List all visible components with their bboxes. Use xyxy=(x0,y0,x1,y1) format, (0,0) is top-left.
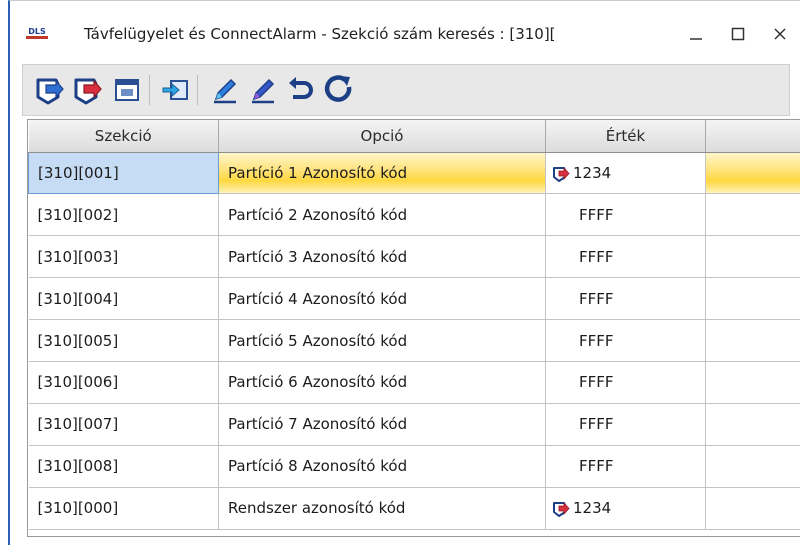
option-cell[interactable]: Partíció 4 Azonosító kód xyxy=(218,277,546,321)
option-cell[interactable]: Rendszer azonosító kód xyxy=(218,487,546,530)
download-icon xyxy=(36,78,64,105)
refresh-button[interactable] xyxy=(321,72,357,108)
section-cell[interactable]: [310][008] xyxy=(28,445,219,488)
table-row[interactable]: [310][000] Rendszer azonosító kód 1234 xyxy=(28,487,800,530)
value-cell[interactable]: FFFF xyxy=(545,193,706,237)
section-cell[interactable]: [310][004] xyxy=(28,277,219,321)
column-header-extra[interactable] xyxy=(705,120,800,153)
toolbar xyxy=(22,64,790,116)
value-cell[interactable]: FFFF xyxy=(545,445,706,488)
table-row[interactable]: [310][002] Partíció 2 Azonosító kód FFFF xyxy=(28,193,800,237)
extra-cell[interactable] xyxy=(705,152,800,195)
value-cell[interactable]: FFFF xyxy=(545,361,706,404)
maximize-button[interactable] xyxy=(720,19,756,49)
column-header-value[interactable]: Érték xyxy=(545,120,706,153)
option-cell[interactable]: Partíció 2 Azonosító kód xyxy=(218,193,546,237)
option-cell[interactable]: Partíció 8 Azonosító kód xyxy=(218,445,546,488)
toolbar-separator xyxy=(197,75,198,105)
import-icon xyxy=(162,80,188,100)
value-text: FFFF xyxy=(579,331,614,350)
minimize-button[interactable] xyxy=(678,19,714,49)
logo-text: DLS xyxy=(28,27,46,36)
extra-cell[interactable] xyxy=(705,445,800,488)
table-row[interactable]: [310][006] Partíció 6 Azonosító kód FFFF xyxy=(28,361,800,404)
download-icon xyxy=(553,501,570,517)
extra-cell[interactable] xyxy=(705,361,800,404)
option-cell[interactable]: Partíció 7 Azonosító kód xyxy=(218,403,546,446)
section-cell[interactable]: [310][006] xyxy=(28,361,219,404)
close-icon xyxy=(774,28,786,40)
panel-icon xyxy=(115,79,139,101)
section-table: Szekció Opció Érték [310][001] Partíció 1… xyxy=(28,120,800,530)
section-cell[interactable]: [310][005] xyxy=(28,319,219,362)
maximize-icon xyxy=(731,27,745,41)
option-cell[interactable]: Partíció 6 Azonosító kód xyxy=(218,361,546,404)
table-row[interactable]: [310][005] Partíció 5 Azonosító kód FFFF xyxy=(28,319,800,362)
table-row[interactable]: [310][004] Partíció 4 Azonosító kód FFFF xyxy=(28,277,800,321)
extra-cell[interactable] xyxy=(705,235,800,279)
option-cell[interactable]: Partíció 3 Azonosító kód xyxy=(218,235,546,279)
value-cell[interactable]: FFFF xyxy=(545,403,706,446)
edit-button[interactable] xyxy=(207,72,243,108)
download-button[interactable] xyxy=(31,72,67,108)
section-cell[interactable]: [310][000] xyxy=(28,487,219,530)
title-bar[interactable]: DLS Távfelügyelet és ConnectAlarm - Szek… xyxy=(10,1,800,59)
value-cell[interactable]: 1234 xyxy=(545,487,706,530)
table-row[interactable]: [310][003] Partíció 3 Azonosító kód FFFF xyxy=(28,235,800,279)
edit-alt-icon xyxy=(252,78,275,104)
column-header-section[interactable]: Szekció xyxy=(28,120,219,153)
value-text: FFFF xyxy=(579,205,614,224)
column-header-option[interactable]: Opció xyxy=(218,120,546,153)
table-row[interactable]: [310][007] Partíció 7 Azonosító kód FFFF xyxy=(28,403,800,446)
edit-alt-button[interactable] xyxy=(245,72,281,108)
import-button[interactable] xyxy=(157,72,193,108)
table-row[interactable]: [310][001] Partíció 1 Azonosító kód 1234 xyxy=(28,151,800,195)
value-cell[interactable]: FFFF xyxy=(545,235,706,279)
value-text: FFFF xyxy=(579,289,614,308)
undo-icon xyxy=(289,77,313,99)
section-cell[interactable]: [310][007] xyxy=(28,403,219,446)
section-grid: Szekció Opció Érték [310][001] Partíció 1… xyxy=(27,119,800,537)
option-cell[interactable]: Partíció 5 Azonosító kód xyxy=(218,319,546,362)
table-row[interactable]: [310][008] Partíció 8 Azonosító kód FFFF xyxy=(28,445,800,488)
extra-cell[interactable] xyxy=(705,277,800,321)
extra-cell[interactable] xyxy=(705,193,800,237)
value-cell[interactable]: 1234 xyxy=(545,152,706,195)
value-text: 1234 xyxy=(573,499,612,518)
edit-icon xyxy=(214,78,237,104)
value-cell[interactable]: FFFF xyxy=(545,319,706,362)
value-text: FFFF xyxy=(579,247,614,266)
extra-cell[interactable] xyxy=(705,403,800,446)
upload-icon xyxy=(74,78,102,105)
dls-logo-icon: DLS xyxy=(24,24,50,42)
extra-cell[interactable] xyxy=(705,319,800,362)
minimize-icon xyxy=(690,38,702,40)
value-text: FFFF xyxy=(579,457,614,476)
dialog-window: DLS Távfelügyelet és ConnectAlarm - Szek… xyxy=(8,0,800,545)
download-icon xyxy=(553,166,570,182)
value-text: FFFF xyxy=(579,415,614,434)
section-cell[interactable]: [310][003] xyxy=(28,235,219,279)
value-text: 1234 xyxy=(573,163,612,182)
extra-cell[interactable] xyxy=(705,487,800,530)
toolbar-separator xyxy=(149,75,150,105)
window-title: Távfelügyelet és ConnectAlarm - Szekció … xyxy=(84,25,556,43)
section-cell[interactable]: [310][002] xyxy=(28,193,219,237)
option-cell[interactable]: Partíció 1 Azonosító kód xyxy=(218,152,546,195)
value-text: FFFF xyxy=(579,373,614,392)
undo-button[interactable] xyxy=(283,72,319,108)
panel-button[interactable] xyxy=(109,72,145,108)
refresh-icon xyxy=(324,75,352,102)
value-cell[interactable]: FFFF xyxy=(545,277,706,321)
header-row: Szekció Opció Érték xyxy=(28,120,800,153)
upload-button[interactable] xyxy=(69,72,105,108)
close-button[interactable] xyxy=(762,19,798,49)
section-cell[interactable]: [310][001] xyxy=(28,151,219,195)
